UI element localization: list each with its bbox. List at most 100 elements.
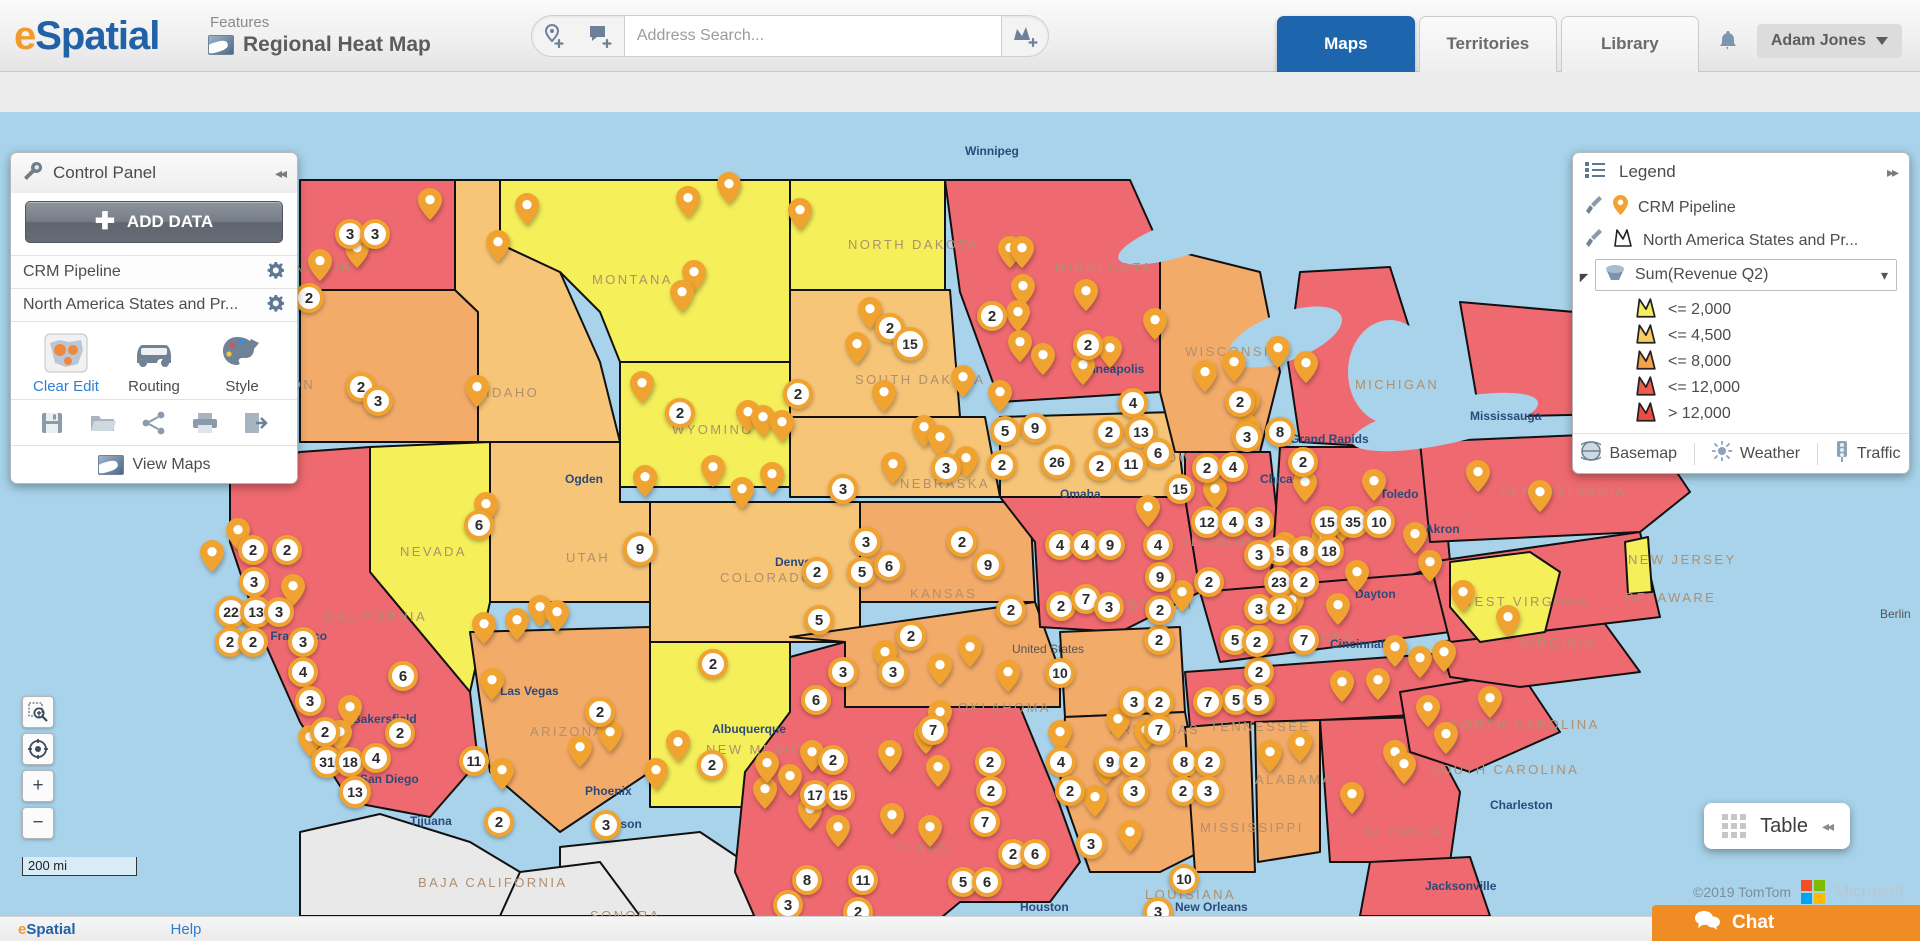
map-pin[interactable]	[826, 815, 850, 847]
cluster-marker[interactable]: 10	[1363, 506, 1395, 538]
brush-icon[interactable]	[1585, 228, 1603, 253]
cluster-marker[interactable]: 2	[1266, 594, 1296, 624]
tab-library[interactable]: Library	[1560, 15, 1699, 72]
map-pin[interactable]	[1294, 351, 1318, 383]
map-pin[interactable]	[996, 660, 1020, 692]
cluster-marker[interactable]: 2	[1244, 657, 1274, 687]
map-pin[interactable]	[760, 462, 784, 494]
map-pin[interactable]	[1083, 785, 1107, 817]
cluster-marker[interactable]: 6	[801, 685, 831, 715]
cluster-marker[interactable]: 2	[1194, 747, 1224, 777]
map-pin[interactable]	[505, 608, 529, 640]
save-icon[interactable]	[40, 411, 64, 435]
cluster-marker[interactable]: 2	[238, 627, 268, 657]
map-pin[interactable]	[1136, 495, 1160, 527]
cluster-marker[interactable]: 6	[464, 510, 494, 540]
cluster-marker[interactable]: 13	[339, 776, 371, 808]
cluster-marker[interactable]: 3	[1119, 776, 1149, 806]
cluster-marker[interactable]: 6	[972, 867, 1002, 897]
map-pin[interactable]	[1418, 550, 1442, 582]
cluster-marker[interactable]: 3	[878, 657, 908, 687]
export-icon[interactable]	[244, 412, 268, 434]
map-pin[interactable]	[465, 375, 489, 407]
map-pin[interactable]	[778, 764, 802, 796]
control-panel[interactable]: Control Panel ◂◂ ✚ ADD DATA CRM Pipeline…	[10, 152, 298, 484]
map-pin[interactable]	[676, 186, 700, 218]
cluster-marker[interactable]: 2	[783, 379, 813, 409]
cluster-marker[interactable]: 2	[1119, 747, 1149, 777]
cluster-marker[interactable]: 2	[665, 398, 695, 428]
style-tool[interactable]: Style	[205, 330, 279, 395]
map-pin[interactable]	[958, 635, 982, 667]
map-pin[interactable]	[951, 365, 975, 397]
cluster-marker[interactable]: 2	[238, 535, 268, 565]
cluster-marker[interactable]: 5	[990, 416, 1020, 446]
map-pin[interactable]	[717, 172, 741, 204]
cluster-marker[interactable]: 9	[1020, 413, 1050, 443]
zoom-to-box-icon[interactable]	[22, 696, 54, 728]
share-icon[interactable]	[142, 411, 166, 435]
cluster-marker[interactable]: 6	[874, 551, 904, 581]
map-pin[interactable]	[515, 193, 539, 225]
map-pin[interactable]	[1330, 670, 1354, 702]
weather-button[interactable]: Weather	[1710, 440, 1800, 466]
map-pin[interactable]	[633, 465, 657, 497]
cluster-marker[interactable]: 3	[1232, 422, 1262, 452]
measure-select[interactable]: Sum(Revenue Q2) ▾	[1595, 259, 1897, 291]
cluster-marker[interactable]: 2	[1144, 687, 1174, 717]
cluster-marker[interactable]: 6	[388, 661, 418, 691]
cluster-marker[interactable]: 2	[1073, 330, 1103, 360]
map-pin[interactable]	[878, 740, 902, 772]
legend-class-2[interactable]: <= 8,000	[1573, 349, 1909, 375]
basemap-button[interactable]: Basemap	[1576, 441, 1677, 466]
cluster-marker[interactable]: 11	[1115, 448, 1147, 480]
cluster-marker[interactable]: 2	[698, 649, 728, 679]
cluster-marker[interactable]: 3	[288, 627, 318, 657]
cluster-marker[interactable]: 8	[1265, 417, 1295, 447]
cluster-marker[interactable]: 2	[1288, 447, 1318, 477]
cluster-marker[interactable]: 3	[1076, 829, 1106, 859]
map-pin[interactable]	[666, 730, 690, 762]
cluster-marker[interactable]: 2	[1145, 595, 1175, 625]
cluster-marker[interactable]: 2	[1144, 625, 1174, 655]
legend-layer-crm-pipeline[interactable]: CRM Pipeline	[1573, 191, 1909, 224]
map-pin[interactable]	[480, 668, 504, 700]
cluster-marker[interactable]: 3	[1193, 776, 1223, 806]
map-canvas[interactable]: WASHINGTONOREGONIDAHOMONTANANORTH DAKOTA…	[0, 72, 1920, 916]
map-pin[interactable]	[701, 455, 725, 487]
cluster-marker[interactable]: 3	[1244, 540, 1274, 570]
map-pin[interactable]	[880, 803, 904, 835]
map-pin[interactable]	[1392, 752, 1416, 784]
search-input[interactable]	[623, 15, 1002, 56]
cluster-marker[interactable]: 4	[1218, 452, 1248, 482]
cluster-marker[interactable]: 2	[818, 745, 848, 775]
cluster-marker[interactable]: 15	[1165, 474, 1195, 504]
edit-link[interactable]: Edit	[73, 378, 99, 395]
cluster-marker[interactable]: 2	[987, 450, 1017, 480]
collapse-left-icon[interactable]: ◂◂	[275, 165, 287, 182]
map-pin[interactable]	[1408, 646, 1432, 678]
cluster-marker[interactable]: 3	[591, 810, 621, 840]
cluster-marker[interactable]: 3	[931, 453, 961, 483]
cluster-marker[interactable]: 3	[828, 657, 858, 687]
layer-row-crm-pipeline[interactable]: CRM Pipeline	[11, 255, 297, 288]
map-pin[interactable]	[1496, 605, 1520, 637]
cluster-marker[interactable]: 3	[239, 567, 269, 597]
cluster-marker[interactable]: 15	[825, 780, 855, 810]
cluster-marker[interactable]: 7	[1289, 625, 1319, 655]
map-pin[interactable]	[755, 751, 779, 783]
map-pin[interactable]	[926, 755, 950, 787]
cluster-marker[interactable]: 4	[288, 657, 318, 687]
layer-row-north-america-states[interactable]: North America States and Pr...	[11, 288, 297, 321]
cluster-marker[interactable]: 2	[1289, 567, 1319, 597]
map-pin[interactable]	[308, 249, 332, 281]
map-pin[interactable]	[1266, 336, 1290, 368]
cluster-marker[interactable]: 2	[947, 527, 977, 557]
chevron-down-icon[interactable]: ▾	[1881, 267, 1888, 284]
map-pin[interactable]	[1006, 300, 1030, 332]
help-link[interactable]: Help	[171, 921, 202, 938]
cluster-marker[interactable]: 2	[697, 750, 727, 780]
legend-class-0[interactable]: <= 2,000	[1573, 297, 1909, 323]
map-pin[interactable]	[1222, 350, 1246, 382]
add-annotation-icon[interactable]	[578, 16, 624, 56]
